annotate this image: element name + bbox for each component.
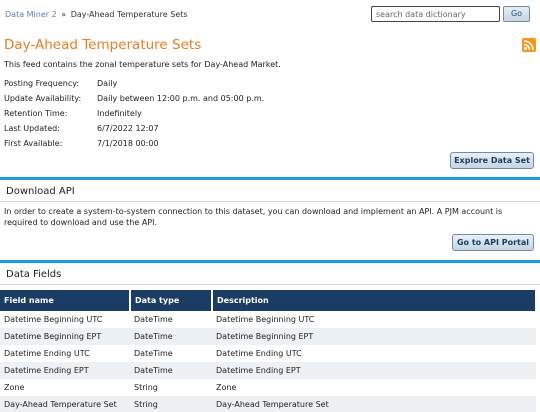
search-go-button[interactable]: Go xyxy=(503,6,530,22)
table-cell: DateTime xyxy=(130,345,212,362)
table-header-row: Field name Data type Description xyxy=(0,290,537,311)
meta-label: Last Updated: xyxy=(4,124,60,133)
meta-value: Daily between 12:00 p.m. and 05:00 p.m. xyxy=(97,94,265,103)
column-header[interactable]: Description xyxy=(212,290,537,311)
table-cell: Day-Ahead Temperature Set xyxy=(212,396,536,412)
table-cell: Datetime Beginning UTC xyxy=(0,311,130,328)
explore-data-set-button[interactable]: Explore Data Set xyxy=(450,152,534,169)
table-row: Datetime Ending EPT DateTime Datetime En… xyxy=(0,362,536,379)
download-api-header: Download API xyxy=(0,180,540,202)
table-row: Datetime Beginning UTC DateTime Datetime… xyxy=(0,311,536,328)
meta-value: 7/1/2018 00:00 xyxy=(97,139,159,148)
breadcrumb-root-link[interactable]: Data Miner 2 xyxy=(5,10,57,19)
table-cell: Datetime Ending UTC xyxy=(0,345,130,362)
data-fields-table: Field name Data type Description Datetim… xyxy=(0,290,537,412)
rss-icon[interactable] xyxy=(522,38,536,52)
page-description: This feed contains the zonal temperature… xyxy=(4,60,281,69)
top-bar: Data Miner 2 » Day-Ahead Temperature Set… xyxy=(0,0,540,30)
breadcrumb: Data Miner 2 » Day-Ahead Temperature Set… xyxy=(5,10,188,19)
page-title: Day-Ahead Temperature Sets xyxy=(4,37,202,53)
search-input[interactable] xyxy=(371,6,500,22)
section-title: Download API xyxy=(6,186,75,197)
table-cell: String xyxy=(130,379,212,396)
column-header[interactable]: Data type xyxy=(130,290,213,311)
download-api-text: In order to create a system-to-system co… xyxy=(4,207,503,227)
go-to-api-portal-button[interactable]: Go to API Portal xyxy=(452,234,534,251)
table-cell: DateTime xyxy=(130,328,212,345)
breadcrumb-separator: » xyxy=(61,10,67,19)
table-cell: Day-Ahead Temperature Set xyxy=(0,396,130,412)
meta-label: Update Availability: xyxy=(4,94,82,103)
table-cell: String xyxy=(130,396,212,412)
table-row: Zone String Zone xyxy=(0,379,536,396)
table-cell: DateTime xyxy=(130,362,212,379)
table-cell: Datetime Beginning UTC xyxy=(212,311,536,328)
section-title: Data Fields xyxy=(6,269,62,280)
table-cell: Zone xyxy=(212,379,536,396)
breadcrumb-current: Day-Ahead Temperature Sets xyxy=(70,10,188,19)
meta-value: Daily xyxy=(97,79,118,88)
table-cell: Datetime Beginning EPT xyxy=(0,328,130,345)
table-cell: Datetime Ending EPT xyxy=(212,362,536,379)
table-cell: Datetime Ending UTC xyxy=(212,345,536,362)
table-cell: Zone xyxy=(0,379,130,396)
meta-label: Posting Frequency: xyxy=(4,79,80,88)
meta-label: Retention Time: xyxy=(4,109,68,118)
meta-value: 6/7/2022 12:07 xyxy=(97,124,159,133)
table-cell: Datetime Ending EPT xyxy=(0,362,130,379)
data-fields-header: Data Fields xyxy=(0,263,540,285)
table-cell: Datetime Beginning EPT xyxy=(212,328,536,345)
table-row: Day-Ahead Temperature Set String Day-Ahe… xyxy=(0,396,536,412)
table-row: Datetime Beginning EPT DateTime Datetime… xyxy=(0,328,536,345)
table-row: Datetime Ending UTC DateTime Datetime En… xyxy=(0,345,536,362)
table-cell: DateTime xyxy=(130,311,212,328)
meta-value: Indefinitely xyxy=(97,109,142,118)
meta-label: First Available: xyxy=(4,139,63,148)
column-header[interactable]: Field name xyxy=(0,290,131,311)
